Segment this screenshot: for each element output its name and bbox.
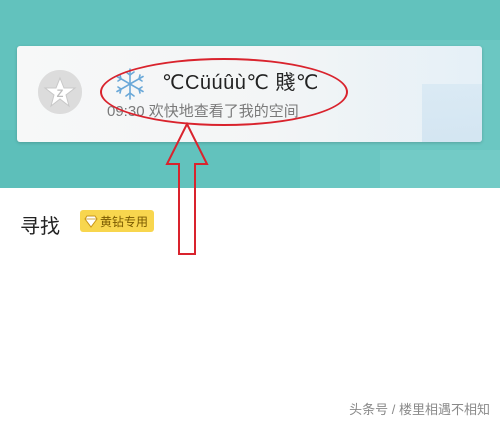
badge-label: 黄钻专用 [100, 214, 149, 229]
diamond-icon [84, 215, 98, 228]
svg-text:Z: Z [57, 88, 64, 100]
annotation-oval [100, 58, 348, 126]
avatar[interactable]: Z [38, 70, 82, 114]
watermark: 头条号 / 楼里相遇不相知 [349, 402, 490, 417]
up-arrow-icon [165, 122, 209, 255]
section-title: 寻找 [20, 216, 60, 238]
yellow-diamond-badge: 黄钻专用 [80, 210, 155, 232]
qzone-star-icon: Z [38, 70, 82, 114]
